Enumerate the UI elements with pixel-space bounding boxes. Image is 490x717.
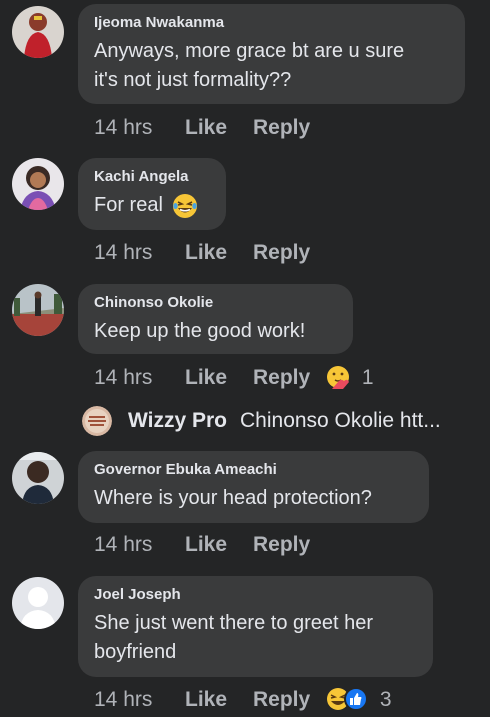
comment-author[interactable]: Chinonso Okolie [94,294,337,312]
comment-text-line: She just went there to greet her [94,612,374,634]
like-reaction-icon [344,686,368,711]
reply-button[interactable]: Reply [253,114,310,142]
reply-button[interactable]: Reply [253,686,310,714]
laughing-tears-emoji [173,193,198,218]
comment-text: Where is your head protection? [94,487,372,509]
avatar[interactable] [12,452,64,504]
comment-text: Anyways, more grace bt are u sure it's n… [94,37,449,95]
reply-author[interactable]: Wizzy Pro [128,407,227,435]
comment-author[interactable]: Joel Joseph [94,586,417,604]
avatar[interactable] [82,406,112,436]
comment-timestamp[interactable]: 14 hrs [94,686,152,714]
comment-text: Keep up the good work! [94,320,306,342]
comment-text: She just went there to greet her boyfrie… [94,609,417,667]
comment-bubble[interactable]: Kachi Angela For real [78,158,226,230]
care-reaction-icon [327,365,349,389]
comment-text-line: boyfriend [94,641,177,663]
reply-text-preview[interactable]: Chinonso Okolie htt... [240,407,441,435]
avatar[interactable] [12,577,64,629]
avatar[interactable] [12,284,64,336]
comment-bubble[interactable]: Joel Joseph She just went there to greet… [78,576,433,677]
avatar[interactable] [12,6,64,58]
reply-button[interactable]: Reply [253,364,310,392]
comment-author[interactable]: Governor Ebuka Ameachi [94,461,413,479]
comment-author[interactable]: Kachi Angela [94,168,210,186]
comment-text-content: For real [94,194,163,216]
comment-bubble[interactable]: Governor Ebuka Ameachi Where is your hea… [78,451,429,523]
reaction-summary[interactable]: 3 [326,686,392,714]
comment-actions: 14 hrs Like Reply 3 [94,686,414,714]
like-button[interactable]: Like [185,364,227,392]
like-button[interactable]: Like [185,686,227,714]
comment-author[interactable]: Ijeoma Nwakanma [94,14,449,32]
comment-bubble[interactable]: Ijeoma Nwakanma Anyways, more grace bt a… [78,4,465,104]
comment-text-line: it's not just formality?? [94,69,292,91]
comment-actions: 14 hrs Like Reply 1 [94,364,394,392]
reply-button[interactable]: Reply [253,531,310,559]
reply-button[interactable]: Reply [253,239,310,267]
comment-timestamp[interactable]: 14 hrs [94,114,152,142]
comment-text: For real [94,191,210,220]
comment-timestamp[interactable]: 14 hrs [94,364,152,392]
like-button[interactable]: Like [185,239,227,267]
comment-timestamp[interactable]: 14 hrs [94,531,152,559]
reaction-count: 1 [361,366,374,389]
avatar[interactable] [12,158,64,210]
reaction-count: 3 [379,688,392,711]
like-button[interactable]: Like [185,531,227,559]
comment-text-line: Anyways, more grace bt are u sure [94,40,405,62]
comment-bubble[interactable]: Chinonso Okolie Keep up the good work! [78,284,353,354]
reaction-summary[interactable]: 1 [326,364,374,392]
like-button[interactable]: Like [185,114,227,142]
comment-timestamp[interactable]: 14 hrs [94,239,152,267]
